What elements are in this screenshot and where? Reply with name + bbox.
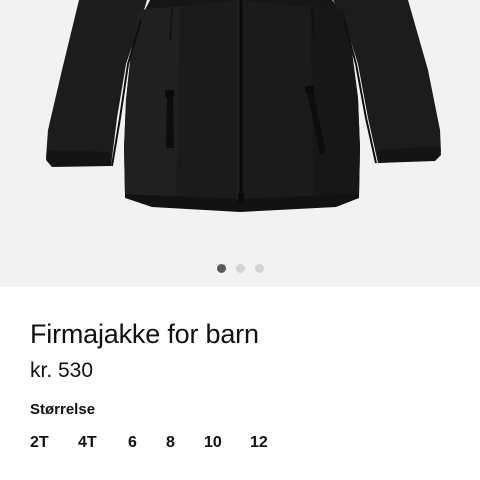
jacket-left-cuff	[46, 150, 111, 167]
pagination-dot[interactable]	[235, 264, 245, 273]
product-price: kr. 530	[30, 359, 94, 382]
product-image-gallery[interactable]	[0, 0, 480, 287]
product-title: Firmajakke for barn	[30, 319, 259, 349]
size-selector-label: Størrelse	[30, 401, 96, 418]
jacket-left-pocket-zipper	[166, 92, 174, 148]
size-option-8[interactable]: 8	[166, 434, 175, 452]
pagination-dot-active[interactable]	[216, 264, 226, 273]
jacket-product-image[interactable]	[0, 0, 480, 287]
pagination-dot[interactable]	[254, 264, 264, 273]
size-option-2t[interactable]: 2T	[30, 434, 49, 452]
size-selector: 2T 4T 6 8 10 12	[30, 434, 460, 454]
size-option-12[interactable]: 12	[250, 434, 268, 452]
size-option-4t[interactable]: 4T	[78, 434, 97, 452]
size-option-10[interactable]: 10	[204, 434, 222, 452]
image-pagination-dots	[0, 264, 480, 276]
product-page: Firmajakke for barn kr. 530 Størrelse 2T…	[0, 0, 480, 480]
size-option-6[interactable]: 6	[128, 434, 137, 452]
zipper-pull	[238, 193, 244, 203]
